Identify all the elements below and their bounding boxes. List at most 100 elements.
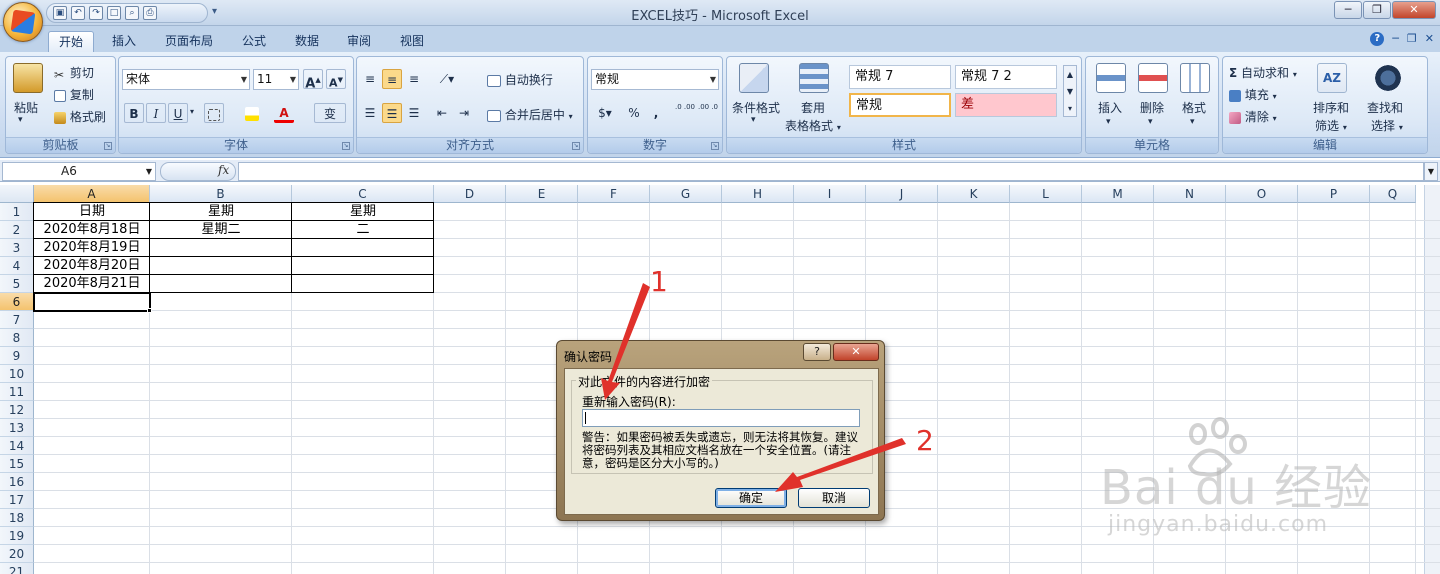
shrink-font-button[interactable]: A▼	[326, 69, 346, 90]
font-launcher-icon[interactable]: ↘	[342, 142, 350, 150]
row-header-20[interactable]: 20	[0, 545, 34, 563]
borders-button[interactable]	[204, 103, 224, 123]
row-header-17[interactable]: 17	[0, 491, 34, 509]
autosum-button[interactable]: Σ 自动求和 ▾	[1229, 64, 1297, 81]
fill-handle[interactable]	[147, 308, 152, 313]
align-top-icon[interactable]: ≡	[360, 69, 380, 89]
column-header-n[interactable]: N	[1154, 185, 1226, 203]
row-header-5[interactable]: 5	[0, 275, 34, 293]
orientation-icon[interactable]: ⟋▾	[432, 69, 462, 89]
alignment-launcher-icon[interactable]: ↘	[572, 142, 580, 150]
ok-button[interactable]: 确定	[715, 488, 787, 508]
increase-decimal-button[interactable]: .0 .00	[674, 103, 696, 123]
underline-dropdown-icon[interactable]: ▾	[190, 107, 194, 116]
italic-button[interactable]: I	[146, 103, 166, 123]
vertical-scrollbar[interactable]	[1424, 185, 1440, 574]
row-header-12[interactable]: 12	[0, 401, 34, 419]
column-header-m[interactable]: M	[1082, 185, 1154, 203]
increase-indent-icon[interactable]: ⇥	[454, 103, 474, 123]
ribbon-restore-icon[interactable]: ❐	[1407, 32, 1417, 46]
name-box[interactable]: A6 ▼	[2, 162, 156, 181]
underline-button[interactable]: U	[168, 103, 188, 123]
reenter-password-input[interactable]	[582, 409, 860, 427]
row-header-8[interactable]: 8	[0, 329, 34, 347]
dialog-close-button[interactable]: ✕	[833, 343, 879, 361]
column-header-d[interactable]: D	[434, 185, 506, 203]
font-size-combo[interactable]: 11 ▼	[253, 69, 299, 90]
row-header-15[interactable]: 15	[0, 455, 34, 473]
cell-style-normal-7-2[interactable]: 常规 7 2	[955, 65, 1057, 89]
styles-scroll-icon[interactable]: ▲ ▼ ▾	[1063, 65, 1077, 117]
number-format-combo[interactable]: 常规 ▼	[591, 69, 719, 90]
tab-data[interactable]: 数据	[285, 31, 329, 52]
font-name-combo[interactable]: 宋体 ▼	[122, 69, 250, 90]
row-header-13[interactable]: 13	[0, 419, 34, 437]
number-launcher-icon[interactable]: ↘	[711, 142, 719, 150]
cell-a4[interactable]: 2020年8月20日	[34, 257, 150, 275]
select-all-button[interactable]	[0, 185, 34, 203]
restore-button[interactable]: ❐	[1363, 1, 1391, 19]
column-header-l[interactable]: L	[1010, 185, 1082, 203]
cancel-button[interactable]: 取消	[798, 488, 870, 508]
merge-center-button[interactable]: 合并后居中 ▾	[487, 106, 573, 123]
column-header-i[interactable]: I	[794, 185, 866, 203]
tab-insert[interactable]: 插入	[102, 31, 146, 52]
column-header-e[interactable]: E	[506, 185, 578, 203]
row-header-3[interactable]: 3	[0, 239, 34, 257]
delete-cells-button[interactable]: 删除	[1140, 99, 1164, 116]
dialog-help-button[interactable]: ?	[803, 343, 831, 361]
bold-button[interactable]: B	[124, 103, 144, 123]
column-header-h[interactable]: H	[722, 185, 794, 203]
cell-a3[interactable]: 2020年8月19日	[34, 239, 150, 257]
column-header-g[interactable]: G	[650, 185, 722, 203]
decrease-indent-icon[interactable]: ⇤	[432, 103, 452, 123]
column-header-q[interactable]: Q	[1370, 185, 1416, 203]
ribbon-close-icon[interactable]: ✕	[1425, 32, 1434, 46]
align-middle-icon[interactable]: ≡	[382, 69, 402, 89]
cell-c1[interactable]: 星期	[292, 203, 434, 221]
fill-color-button[interactable]	[242, 103, 262, 123]
cell-style-bad[interactable]: 差	[955, 93, 1057, 117]
phonetic-button[interactable]: 变	[314, 103, 346, 123]
cell-b1[interactable]: 星期	[150, 203, 292, 221]
cell-a1[interactable]: 日期	[34, 203, 150, 221]
column-header-j[interactable]: J	[866, 185, 938, 203]
row-header-9[interactable]: 9	[0, 347, 34, 365]
conditional-format-button[interactable]: 条件格式	[732, 99, 780, 116]
help-icon[interactable]: ?	[1370, 32, 1385, 46]
row-header-21[interactable]: 21	[0, 563, 34, 574]
format-cells-button[interactable]: 格式	[1182, 99, 1206, 116]
tab-view[interactable]: 视图	[390, 31, 434, 52]
ribbon-minimize-icon[interactable]: ─	[1392, 32, 1399, 46]
row-header-6[interactable]: 6	[0, 293, 34, 311]
font-color-button[interactable]: A	[274, 103, 294, 123]
row-header-18[interactable]: 18	[0, 509, 34, 527]
row-header-1[interactable]: 1	[0, 203, 34, 221]
sort-filter-button[interactable]: 排序和	[1313, 99, 1349, 116]
tab-page-layout[interactable]: 页面布局	[155, 31, 223, 52]
minimize-button[interactable]: ─	[1334, 1, 1362, 19]
percent-button[interactable]: %	[624, 103, 644, 123]
cell-style-normal[interactable]: 常规	[849, 93, 951, 117]
row-header-19[interactable]: 19	[0, 527, 34, 545]
row-header-7[interactable]: 7	[0, 311, 34, 329]
formula-input[interactable]	[238, 162, 1424, 181]
wrap-text-button[interactable]: 自动换行	[487, 71, 553, 88]
column-header-o[interactable]: O	[1226, 185, 1298, 203]
cut-button[interactable]: ✂ 剪切	[54, 64, 94, 82]
column-header-f[interactable]: F	[578, 185, 650, 203]
row-header-16[interactable]: 16	[0, 473, 34, 491]
column-header-b[interactable]: B	[150, 185, 292, 203]
fill-button[interactable]: 填充 ▾	[1229, 86, 1277, 103]
row-header-4[interactable]: 4	[0, 257, 34, 275]
column-header-c[interactable]: C	[292, 185, 434, 203]
align-bottom-icon[interactable]: ≡	[404, 69, 424, 89]
align-left-icon[interactable]: ☰	[360, 103, 380, 123]
expand-formula-bar-icon[interactable]: ▼	[1424, 162, 1438, 181]
office-button[interactable]	[3, 2, 43, 42]
decrease-decimal-button[interactable]: .00 .0	[697, 103, 719, 123]
cell-b2[interactable]: 星期二	[150, 221, 292, 239]
tab-formulas[interactable]: 公式	[232, 31, 276, 52]
tab-review[interactable]: 审阅	[337, 31, 381, 52]
active-cell-outline[interactable]	[33, 292, 151, 312]
